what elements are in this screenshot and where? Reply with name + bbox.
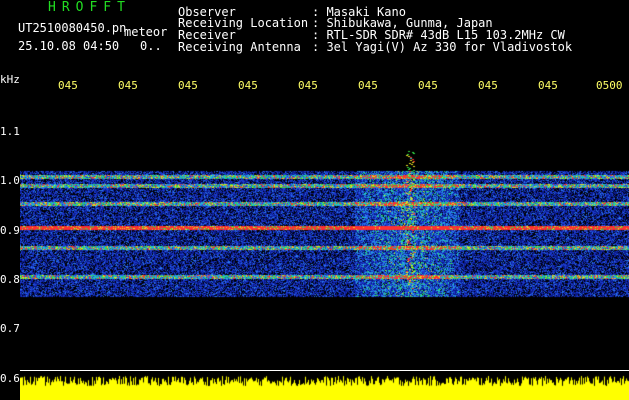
meteor-label: meteor: [124, 25, 168, 39]
field-antenna-label: Receiving Antenna: [178, 40, 301, 54]
x-tick: 045: [178, 79, 198, 92]
x-tick: 0500: [596, 79, 623, 92]
x-tick: 045: [58, 79, 78, 92]
spectrogram-canvas: [20, 96, 629, 400]
y-axis-unit: kHz: [0, 73, 20, 86]
x-tick: 045: [238, 79, 258, 92]
meteor-count: 0..: [140, 39, 162, 53]
filename-label: UT2510080450.pn: [18, 21, 127, 35]
field-antenna-value: : 3el Yagi(V) Az 330 for Vladivostok: [312, 40, 573, 54]
brand-title: HROFFT: [48, 0, 131, 15]
datetime-label: 25.10.08 04:50: [18, 39, 120, 53]
x-tick: 045: [118, 79, 138, 92]
y-tick: 0.9: [0, 224, 20, 237]
x-tick: 045: [298, 79, 318, 92]
hrofft-spectrogram-window: HROFFT UT2510080450.pn meteor 25.10.08 0…: [0, 0, 629, 400]
y-tick: 0.8: [0, 273, 20, 286]
x-tick: 045: [358, 79, 378, 92]
x-tick: 045: [538, 79, 558, 92]
level-separator: [20, 370, 629, 371]
y-tick: 0.7: [0, 322, 20, 335]
y-tick: 0.6: [0, 372, 20, 385]
y-tick: 1.0: [0, 174, 20, 187]
y-tick: 1.1: [0, 125, 20, 138]
x-tick: 045: [418, 79, 438, 92]
x-tick: 045: [478, 79, 498, 92]
